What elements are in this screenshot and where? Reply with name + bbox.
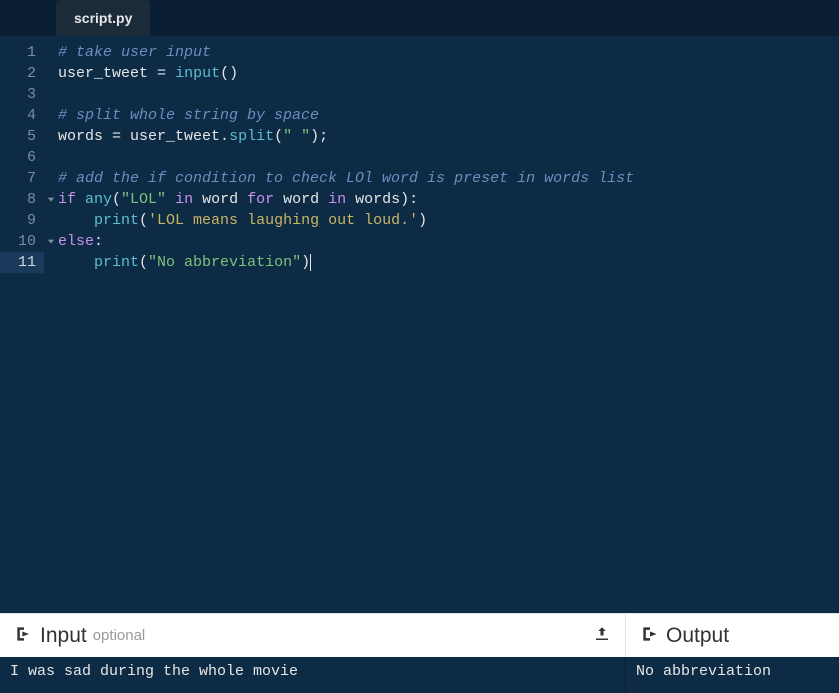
code-token: )	[418, 210, 427, 231]
code-token: words	[346, 189, 400, 210]
input-text: I was sad during the whole movie	[10, 663, 298, 680]
code-token: if	[58, 189, 85, 210]
code-token: :	[94, 231, 103, 252]
tab-spacer	[0, 0, 56, 36]
fold-toggle-icon[interactable]	[46, 237, 56, 247]
input-title: Input	[40, 624, 87, 648]
code-token: 'LOL means laughing out loud.'	[148, 210, 418, 231]
line-number: 8	[0, 189, 36, 210]
code-token: # split whole string by space	[58, 105, 319, 126]
line-number: 10	[0, 231, 36, 252]
line-number: 6	[0, 147, 36, 168]
code-token: user_tweet	[58, 63, 157, 84]
code-line[interactable]: # take user input	[58, 42, 839, 63]
line-number: 2	[0, 63, 36, 84]
code-token: else	[58, 231, 94, 252]
code-token	[166, 189, 175, 210]
code-line[interactable]: # add the if condition to check LOl word…	[58, 168, 839, 189]
code-area[interactable]: # take user inputuser_tweet = input()# s…	[44, 36, 839, 613]
panel-body: I was sad during the whole movie No abbr…	[0, 657, 839, 693]
panel-header: Input optional Output	[0, 613, 839, 657]
file-tab-label: script.py	[74, 10, 132, 26]
code-line[interactable]: user_tweet = input()	[58, 63, 839, 84]
code-token: "No abbreviation"	[148, 252, 301, 273]
line-number: 1	[0, 42, 36, 63]
upload-button[interactable]	[593, 625, 611, 647]
output-panel-content: No abbreviation	[626, 657, 839, 693]
code-line[interactable]	[58, 147, 839, 168]
code-line[interactable]: # split whole string by space	[58, 105, 839, 126]
code-token: in	[175, 189, 193, 210]
text-cursor	[310, 254, 311, 271]
code-token	[58, 252, 94, 273]
code-token	[58, 210, 94, 231]
code-token: " "	[283, 126, 310, 147]
tab-bar: script.py	[0, 0, 839, 36]
code-line[interactable]: print('LOL means laughing out loud.')	[58, 210, 839, 231]
code-token: =	[112, 126, 121, 147]
file-tab[interactable]: script.py	[56, 0, 150, 36]
line-number: 11	[0, 252, 44, 273]
output-icon	[640, 624, 660, 648]
output-title: Output	[666, 624, 729, 648]
code-token	[166, 63, 175, 84]
line-number: 5	[0, 126, 36, 147]
code-token: words	[58, 126, 112, 147]
code-token: any	[85, 189, 112, 210]
line-number: 9	[0, 210, 36, 231]
code-token: ):	[400, 189, 418, 210]
code-token: (	[139, 210, 148, 231]
input-panel-header: Input optional	[0, 614, 626, 657]
input-panel-content[interactable]: I was sad during the whole movie	[0, 657, 626, 693]
code-token: for	[247, 189, 274, 210]
code-token: # add the if condition to check LOl word…	[58, 168, 634, 189]
output-text: No abbreviation	[636, 663, 771, 680]
output-panel-header: Output	[626, 614, 839, 657]
line-number: 3	[0, 84, 36, 105]
code-token: "LOL"	[121, 189, 166, 210]
code-token: (	[274, 126, 283, 147]
code-token: # take user input	[58, 42, 211, 63]
code-token: );	[310, 126, 328, 147]
code-token: =	[157, 63, 166, 84]
code-token: )	[301, 252, 310, 273]
code-token: (	[112, 189, 121, 210]
code-token: word	[193, 189, 247, 210]
line-number: 7	[0, 168, 36, 189]
line-number-gutter: 1234567891011	[0, 36, 44, 613]
code-token: in	[328, 189, 346, 210]
code-token: (	[139, 252, 148, 273]
code-line[interactable]: words = user_tweet.split(" ");	[58, 126, 839, 147]
code-token: input	[175, 63, 220, 84]
input-subtitle: optional	[93, 627, 146, 644]
input-icon	[14, 624, 34, 648]
code-token: split	[229, 126, 274, 147]
code-token: word	[274, 189, 328, 210]
code-token: user_tweet.	[121, 126, 229, 147]
code-line[interactable]	[58, 84, 839, 105]
code-line[interactable]: else:	[58, 231, 839, 252]
code-editor[interactable]: 1234567891011 # take user inputuser_twee…	[0, 36, 839, 613]
code-token: print	[94, 252, 139, 273]
code-token: ()	[220, 63, 238, 84]
code-token: print	[94, 210, 139, 231]
line-number: 4	[0, 105, 36, 126]
fold-toggle-icon[interactable]	[46, 195, 56, 205]
code-line[interactable]: if any("LOL" in word for word in words):	[58, 189, 839, 210]
code-line[interactable]: print("No abbreviation")	[58, 252, 839, 273]
